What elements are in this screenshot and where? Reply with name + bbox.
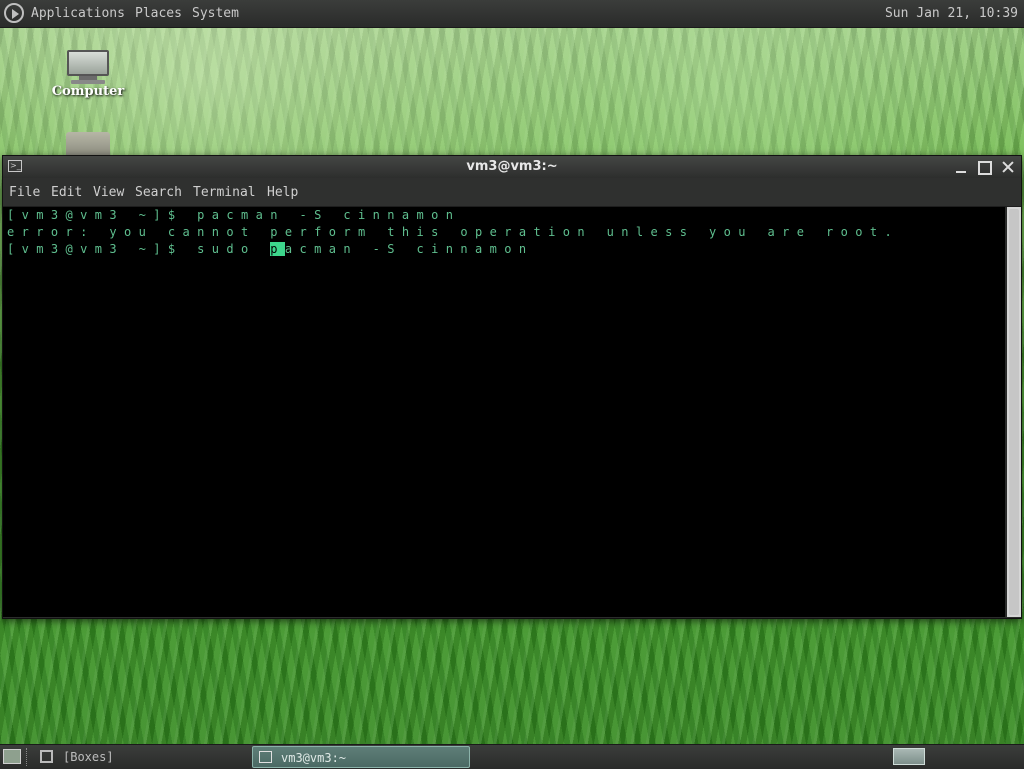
- bottom-panel: [Boxes] vm3@vm3:~: [0, 744, 1024, 769]
- terminal-line: [vm3@vm3 ~]$ pacman -S cinnamon: [7, 208, 461, 222]
- menu-file[interactable]: File: [9, 185, 40, 200]
- terminal-line: error: you cannot perform this operation…: [7, 225, 900, 239]
- menu-help[interactable]: Help: [267, 185, 298, 200]
- panel-separator: [26, 748, 29, 766]
- taskbar-button-terminal[interactable]: vm3@vm3:~: [252, 746, 470, 768]
- scrollbar-thumb[interactable]: [1009, 209, 1019, 615]
- command-text: acman -S cinnamon: [284, 242, 534, 256]
- terminal-icon: [259, 751, 272, 763]
- top-panel: Applications Places System Sun Jan 21, 1…: [0, 0, 1024, 28]
- distro-logo-icon[interactable]: [4, 3, 24, 23]
- clock[interactable]: Sun Jan 21, 10:39: [885, 6, 1018, 21]
- terminal-current-line: [vm3@vm3 ~]$ sudo pacman -S cinnamon: [7, 242, 534, 256]
- desktop-icon-label: Computer: [51, 84, 125, 99]
- folder-icon[interactable]: [66, 132, 110, 156]
- close-button[interactable]: [1001, 156, 1015, 178]
- boxes-icon[interactable]: [40, 750, 53, 763]
- menu-applications[interactable]: Applications: [31, 6, 125, 21]
- text-cursor: p: [270, 242, 285, 256]
- taskbar-label: vm3@vm3:~: [281, 751, 347, 765]
- window-titlebar[interactable]: >_ vm3@vm3:~: [3, 156, 1021, 178]
- menu-edit[interactable]: Edit: [51, 185, 82, 200]
- menu-view[interactable]: View: [93, 185, 124, 200]
- menu-terminal[interactable]: Terminal: [193, 185, 256, 200]
- show-desktop-icon[interactable]: [3, 749, 21, 764]
- minimize-button[interactable]: [954, 156, 968, 178]
- menu-bar: File Edit View Search Terminal Help: [3, 178, 1021, 207]
- menu-places[interactable]: Places: [135, 6, 182, 21]
- terminal-window: >_ vm3@vm3:~ File Edit View Search Termi…: [2, 155, 1022, 619]
- workspace-switcher[interactable]: [893, 748, 925, 765]
- prompt-text: [vm3@vm3 ~]$ sudo: [7, 242, 271, 256]
- terminal-icon[interactable]: >_: [8, 160, 22, 172]
- menu-search[interactable]: Search: [135, 185, 182, 200]
- computer-icon: [65, 50, 111, 84]
- desktop-icon-computer[interactable]: Computer: [48, 50, 128, 99]
- workspace-label[interactable]: [Boxes]: [63, 750, 114, 764]
- terminal-scrollbar[interactable]: [1007, 207, 1021, 617]
- terminal-output[interactable]: [vm3@vm3 ~]$ pacman -S cinnamon error: y…: [3, 207, 1005, 617]
- menu-system[interactable]: System: [192, 6, 239, 21]
- maximize-button[interactable]: [977, 156, 993, 178]
- window-title: vm3@vm3:~: [466, 159, 558, 174]
